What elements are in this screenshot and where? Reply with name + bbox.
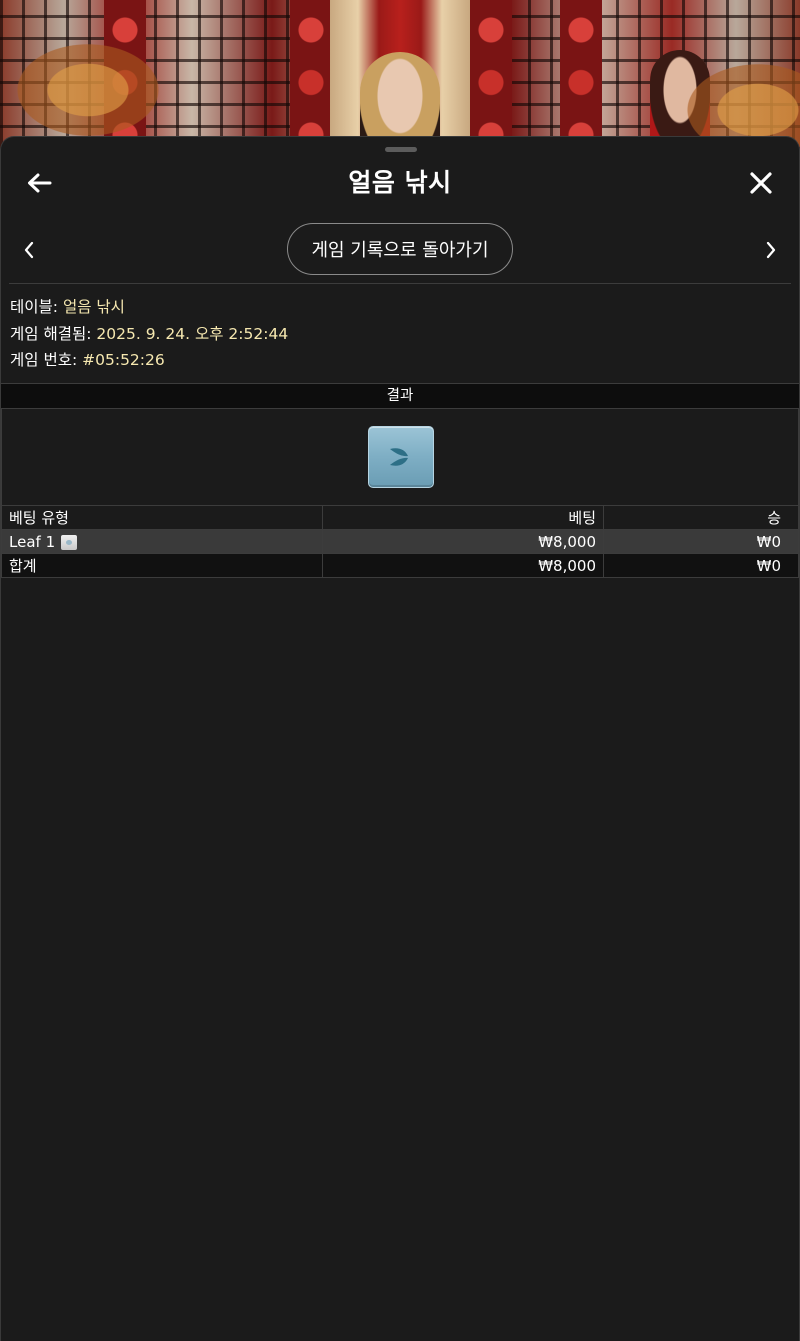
bets-table: 베팅 유형 베팅 승 Leaf 1 ₩8,000 ₩0 합계 ₩8,000 ₩0 <box>1 505 799 578</box>
result-header: 결과 <box>1 383 799 409</box>
close-button[interactable] <box>741 163 781 203</box>
table-row: Leaf 1 ₩8,000 ₩0 <box>1 529 799 554</box>
history-navigation: 게임 기록으로 돌아가기 <box>1 223 799 277</box>
result-area <box>1 409 799 505</box>
divider <box>9 283 791 284</box>
backdrop-pillar <box>560 0 602 150</box>
resolved-label: 게임 해결됨: <box>10 324 92 343</box>
leaf-tile-icon <box>61 534 78 550</box>
back-to-history-button[interactable]: 게임 기록으로 돌아가기 <box>287 223 513 275</box>
table-header-row: 베팅 유형 베팅 승 <box>1 505 799 530</box>
win-amount-cell: ₩0 <box>603 529 799 554</box>
total-bet-cell: ₩8,000 <box>322 553 604 578</box>
table-info-line: 테이블: 얼음 낚시 <box>10 294 288 321</box>
game-number-value: #05:52:26 <box>82 351 165 369</box>
table-total-row: 합계 ₩8,000 ₩0 <box>1 553 799 578</box>
previous-game-button[interactable] <box>16 237 42 263</box>
next-game-button[interactable] <box>758 237 784 263</box>
close-icon <box>750 172 772 194</box>
total-label-cell: 합계 <box>1 553 323 578</box>
live-video-backdrop <box>0 0 800 150</box>
game-info: 테이블: 얼음 낚시 게임 해결됨: 2025. 9. 24. 오후 2:52:… <box>10 294 288 374</box>
bet-type-cell: Leaf 1 <box>1 529 323 554</box>
table-value: 얼음 낚시 <box>62 298 125 316</box>
game-number-label: 게임 번호: <box>10 351 78 369</box>
leaf-icon <box>390 448 408 466</box>
game-detail-sheet: 얼음 낚시 게임 기록으로 돌아가기 테이블: 얼음 낚시 게임 해결됨: 20 <box>0 136 800 1341</box>
drag-handle[interactable] <box>385 147 417 152</box>
bet-amount-cell: ₩8,000 <box>322 529 604 554</box>
page-title: 얼음 낚시 <box>348 168 452 197</box>
backdrop-pillar <box>290 0 332 150</box>
chevron-left-icon <box>24 241 34 259</box>
game-number-line: 게임 번호: #05:52:26 <box>10 347 288 374</box>
column-header-win: 승 <box>603 505 799 530</box>
backdrop-pillar <box>470 0 512 150</box>
resolved-value: 2025. 9. 24. 오후 2:52:44 <box>96 324 289 343</box>
bet-type-label: Leaf 1 <box>9 532 56 551</box>
column-header-bet-type: 베팅 유형 <box>1 505 323 530</box>
total-win-cell: ₩0 <box>603 553 799 578</box>
table-label: 테이블: <box>10 298 59 316</box>
column-header-bet: 베팅 <box>322 505 604 530</box>
result-tile <box>368 426 434 488</box>
chevron-right-icon <box>766 241 776 259</box>
resolved-info-line: 게임 해결됨: 2025. 9. 24. 오후 2:52:44 <box>10 321 288 348</box>
sheet-header: 얼음 낚시 <box>1 157 799 203</box>
